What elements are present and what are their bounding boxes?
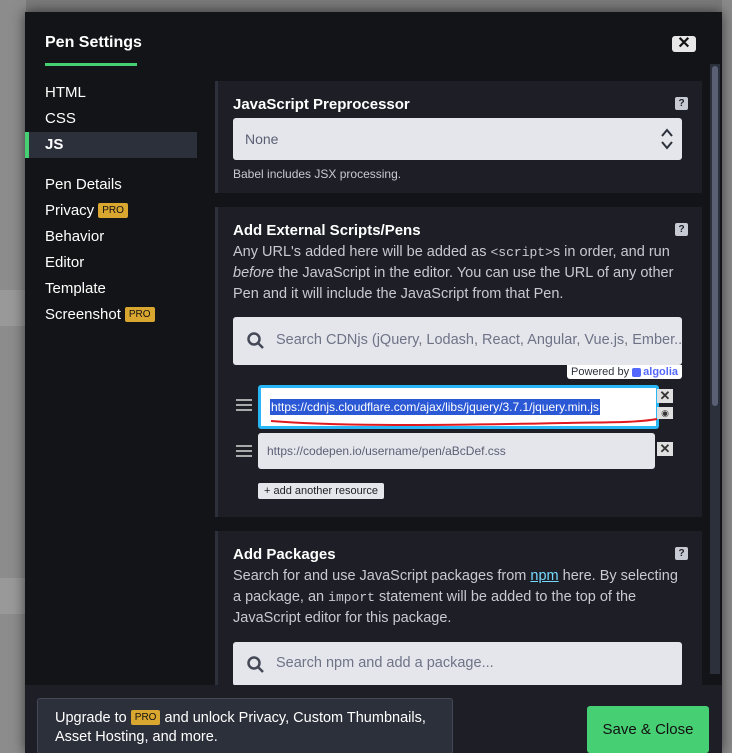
- remove-resource-icon[interactable]: ✕: [657, 389, 673, 403]
- help-icon[interactable]: ?: [675, 223, 688, 236]
- cdnjs-search-input[interactable]: Search CDNjs (jQuery, Lodash, React, Ang…: [233, 317, 682, 365]
- search-icon: [247, 656, 264, 673]
- pro-badge: PRO: [124, 306, 155, 322]
- sidebar-item-html[interactable]: HTML: [25, 80, 197, 106]
- sidebar-item-editor[interactable]: Editor: [25, 250, 197, 276]
- sidebar-item-js[interactable]: JS: [25, 132, 197, 158]
- preprocessor-select[interactable]: None: [233, 118, 682, 160]
- eye-icon[interactable]: ◉: [657, 407, 673, 419]
- close-button[interactable]: ✕: [672, 36, 696, 52]
- pro-badge: PRO: [98, 202, 128, 218]
- npm-link[interactable]: npm: [530, 568, 558, 584]
- settings-content: JavaScript Preprocessor ? None Babel inc…: [215, 81, 702, 740]
- resource-url-value: https://cdnjs.cloudflare.com/ajax/libs/j…: [270, 399, 600, 415]
- sidebar-item-template[interactable]: Template: [25, 276, 197, 302]
- sidebar-item-label: Pen Details: [45, 176, 122, 193]
- packages-description: Search for and use JavaScript packages f…: [233, 568, 678, 626]
- powered-by-algolia: Powered by algolia: [233, 365, 682, 379]
- npm-search-input[interactable]: Search npm and add a package...: [233, 642, 682, 686]
- drag-handle-icon[interactable]: [236, 445, 252, 459]
- help-icon[interactable]: ?: [675, 97, 688, 110]
- modal-footer: Upgrade to PRO and unlock Privacy, Custo…: [25, 685, 722, 753]
- pen-settings-modal: Pen Settings ✕ HTML CSS JS Pen Details P…: [25, 12, 722, 753]
- preprocessor-help-text: Babel includes JSX processing.: [233, 167, 402, 181]
- title-underline: [45, 63, 137, 66]
- pro-badge: PRO: [130, 709, 161, 725]
- sidebar-item-screenshot[interactable]: Screenshot PRO: [25, 302, 197, 328]
- chevron-updown-icon: [661, 128, 673, 150]
- sidebar-item-label: JS: [45, 136, 64, 153]
- settings-sidebar: HTML CSS JS Pen Details Privacy PRO Behav…: [25, 80, 197, 328]
- modal-title: Pen Settings: [45, 34, 142, 51]
- sidebar-item-label: Template: [45, 280, 106, 297]
- background-page-left: [0, 0, 26, 753]
- algolia-icon: [632, 367, 642, 377]
- sidebar-item-css[interactable]: CSS: [25, 106, 197, 132]
- sidebar-item-privacy[interactable]: Privacy PRO: [25, 198, 197, 224]
- background-page-right: [722, 0, 732, 753]
- search-placeholder: Search CDNjs (jQuery, Lodash, React, Ang…: [276, 332, 682, 348]
- search-placeholder: Search npm and add a package...: [276, 655, 494, 671]
- preprocessor-heading: JavaScript Preprocessor: [233, 96, 410, 113]
- remove-resource-icon[interactable]: ✕: [657, 442, 673, 456]
- help-icon[interactable]: ?: [675, 547, 688, 560]
- save-close-button[interactable]: Save & Close: [587, 706, 709, 753]
- external-description: Any URL's added here will be added as <s…: [233, 244, 674, 302]
- resource-url-input[interactable]: https://codepen.io/username/pen/aBcDef.c…: [258, 433, 655, 469]
- upgrade-banner[interactable]: Upgrade to PRO and unlock Privacy, Custo…: [37, 698, 453, 753]
- sidebar-item-pen-details[interactable]: Pen Details: [25, 172, 197, 198]
- sidebar-item-label: Editor: [45, 254, 85, 271]
- sidebar-item-label: CSS: [45, 110, 76, 127]
- external-heading: Add External Scripts/Pens: [233, 222, 421, 239]
- sidebar-item-label: Behavior: [45, 228, 105, 245]
- sidebar-item-behavior[interactable]: Behavior: [25, 224, 197, 250]
- packages-heading: Add Packages: [233, 546, 336, 563]
- resource-row: https://cdnjs.cloudflare.com/ajax/libs/j…: [233, 385, 682, 433]
- red-underline-annotation: [270, 418, 658, 426]
- resource-url-placeholder: https://codepen.io/username/pen/aBcDef.c…: [267, 444, 506, 458]
- sidebar-item-label: Screenshot: [45, 306, 121, 323]
- select-value: None: [245, 131, 279, 147]
- scrollbar-thumb[interactable]: [712, 66, 718, 406]
- search-icon: [247, 332, 264, 349]
- add-resource-button[interactable]: + add another resource: [258, 483, 385, 499]
- drag-handle-icon[interactable]: [236, 399, 252, 413]
- sidebar-item-label: Privacy: [45, 202, 95, 219]
- resource-row: https://codepen.io/username/pen/aBcDef.c…: [233, 433, 682, 481]
- sidebar-item-label: HTML: [45, 84, 86, 101]
- preprocessor-panel: JavaScript Preprocessor ? None Babel inc…: [215, 81, 702, 193]
- external-scripts-panel: Add External Scripts/Pens ? Any URL's ad…: [215, 207, 702, 517]
